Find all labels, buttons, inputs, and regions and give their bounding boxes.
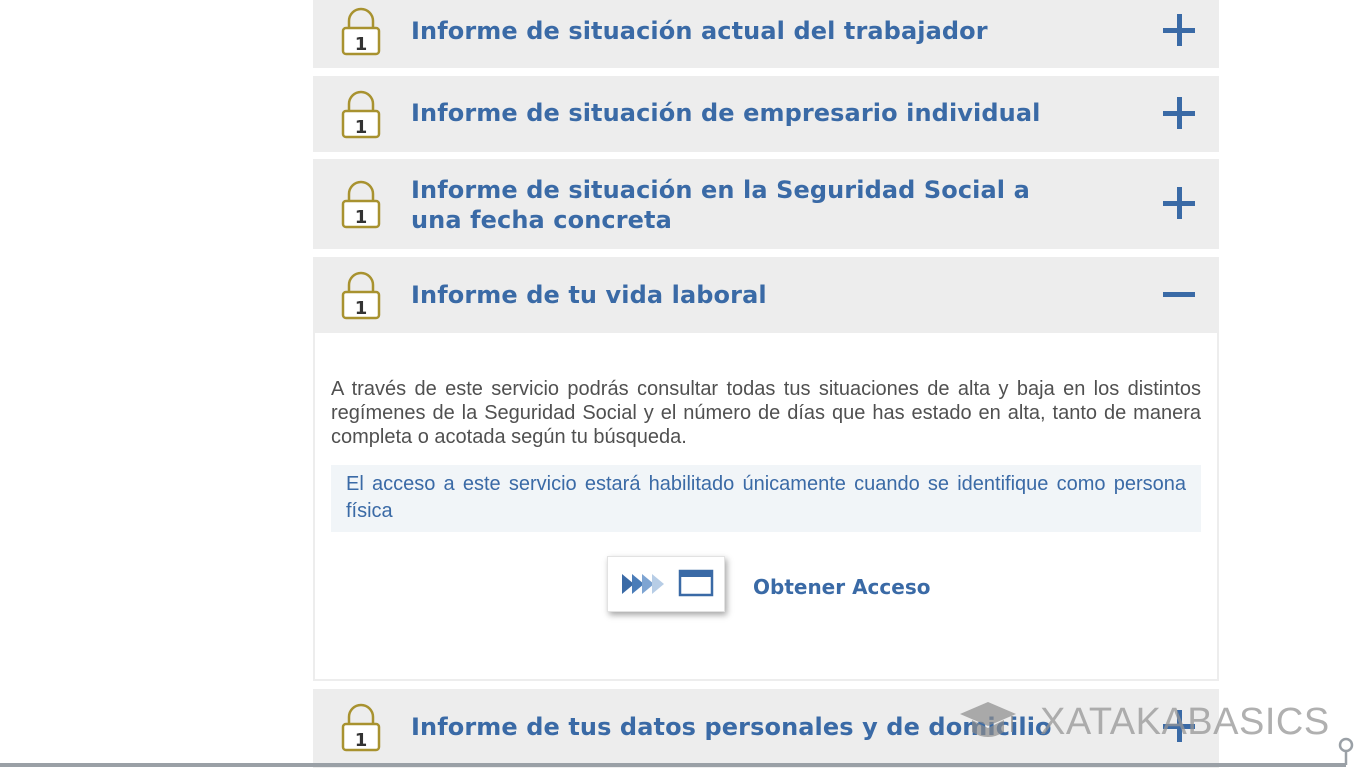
obtener-acceso-link[interactable]: Obtener Acceso: [753, 574, 930, 600]
accordion-item-vida-laboral[interactable]: 1 Informe de tu vida laboral: [313, 257, 1219, 333]
accordion-item-situacion-actual[interactable]: 1 Informe de situación actual del trabaj…: [313, 0, 1219, 68]
lock-icon: 1: [341, 703, 381, 752]
accordion-item-title: Informe de tu vida laboral: [411, 281, 767, 309]
obtener-acceso-button[interactable]: [607, 556, 725, 612]
accordion-item-title: Informe de situación en la Seguridad Soc…: [411, 176, 1030, 234]
accordion-item-title: Informe de situación actual del trabajad…: [411, 17, 988, 45]
plus-icon[interactable]: [1163, 14, 1197, 48]
svg-text:1: 1: [355, 117, 368, 138]
bottom-divider: [0, 763, 1346, 767]
svg-text:1: 1: [355, 34, 368, 55]
forward-window-icon: [622, 569, 714, 597]
accordion-item-empresario-individual[interactable]: 1 Informe de situación de empresario ind…: [313, 76, 1219, 152]
service-description: A través de este servicio podrás consult…: [331, 378, 1201, 448]
accordion-item-title: Informe de situación de empresario indiv…: [411, 99, 1041, 127]
accordion-item-fecha-concreta[interactable]: 1 Informe de situación en la Seguridad S…: [313, 159, 1219, 249]
plus-icon[interactable]: [1163, 187, 1197, 221]
xatakabasics-watermark: XATAKABASICS: [958, 694, 1358, 754]
vida-laboral-panel: A través de este servicio podrás consult…: [313, 333, 1219, 681]
watermark-text: XATAKABASICS: [1040, 701, 1330, 743]
plus-icon[interactable]: [1163, 97, 1197, 131]
access-notice: El acceso a este servicio estará habilit…: [331, 465, 1201, 532]
pin-icon: [1338, 737, 1354, 765]
lock-icon: 1: [341, 180, 381, 229]
lock-icon: 1: [341, 7, 381, 56]
svg-text:1: 1: [355, 207, 368, 228]
lock-icon: 1: [341, 90, 381, 139]
svg-text:1: 1: [355, 730, 368, 751]
graduation-cap-icon: [960, 702, 1016, 737]
svg-text:1: 1: [355, 298, 368, 319]
minus-icon[interactable]: [1163, 278, 1197, 312]
lock-icon: 1: [341, 271, 381, 320]
